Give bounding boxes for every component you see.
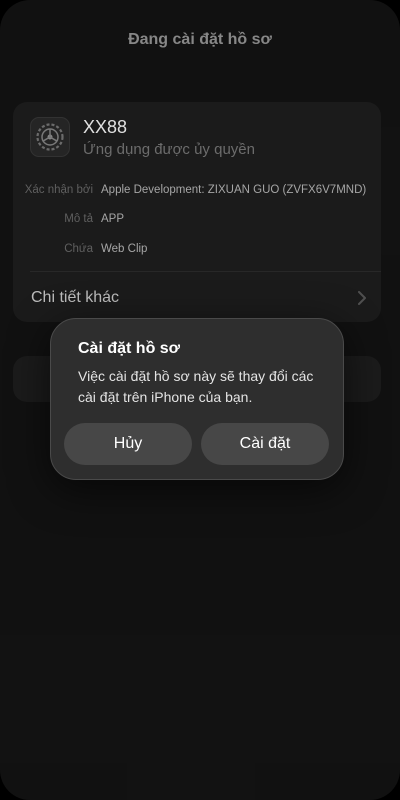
install-profile-alert: Cài đặt hồ sơ Việc cài đặt hồ sơ này sẽ … [50, 318, 344, 480]
cancel-button[interactable]: Hủy [64, 423, 192, 465]
install-button[interactable]: Cài đặt [201, 423, 329, 465]
alert-title: Cài đặt hồ sơ [78, 340, 181, 357]
alert-message: Việc cài đặt hồ sơ này sẽ thay đổi các c… [78, 368, 314, 405]
